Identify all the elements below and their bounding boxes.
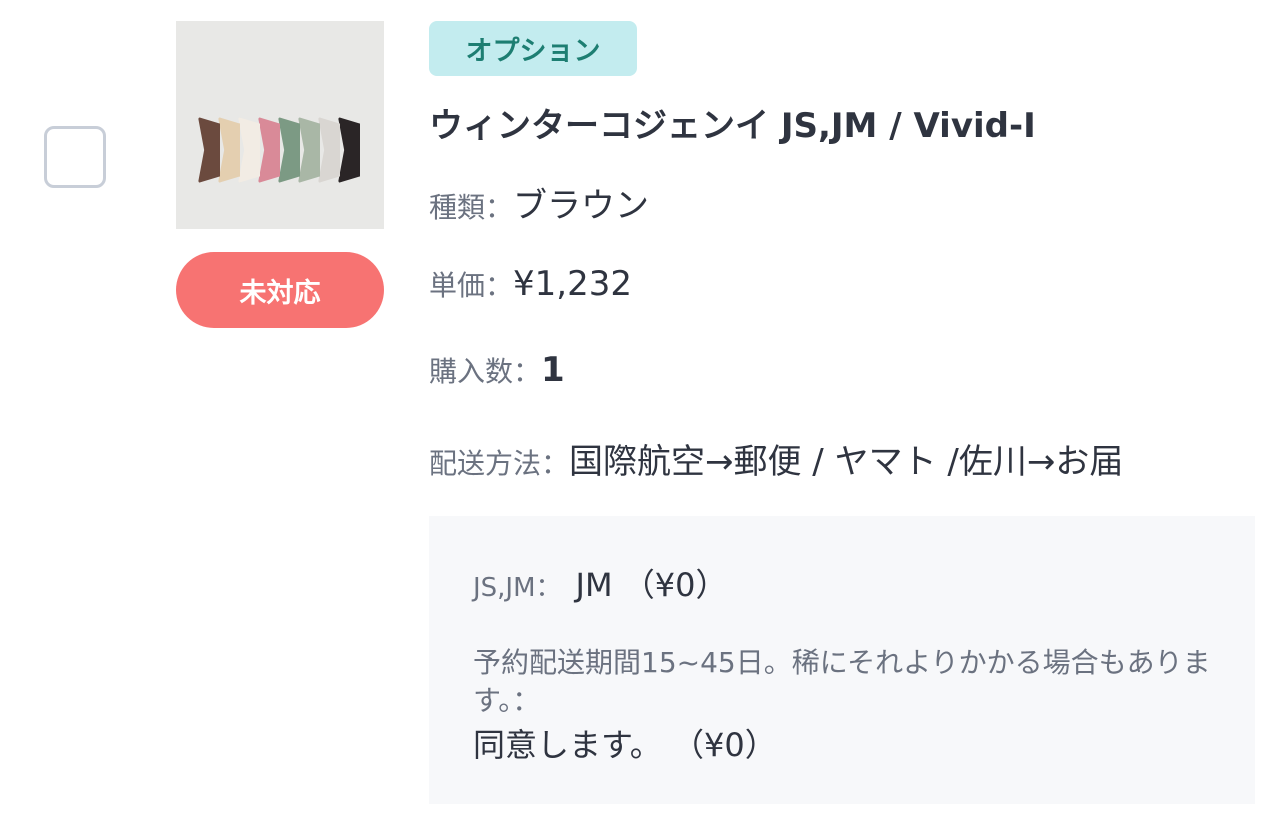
shipping-field: 配送方法： 国際航空→郵便 / ヤマト /佐川→お届 bbox=[429, 434, 1123, 483]
price-field: 単価： ¥1,232 bbox=[429, 264, 632, 304]
size-option-label: JS,JM： bbox=[473, 573, 562, 603]
notice-option-value: 同意します。 （¥0） bbox=[473, 726, 777, 764]
size-option: JS,JM： JM （¥0） bbox=[473, 560, 728, 606]
thumbnail-color-band bbox=[238, 117, 260, 183]
size-option-value: JM （¥0） bbox=[575, 566, 728, 604]
thumbnail-color-band bbox=[218, 117, 240, 183]
price-value: ¥1,232 bbox=[513, 264, 632, 304]
thumbnail-color-band bbox=[298, 117, 320, 183]
quantity-label: 購入数： bbox=[429, 355, 542, 388]
option-badge: オプション bbox=[429, 21, 637, 76]
quantity-field: 購入数： 1 bbox=[429, 350, 565, 390]
order-item-row: 未対応 オプション ウィンターコジェンイ JS,JM / Vivid-I 種類：… bbox=[0, 0, 1280, 831]
status-button[interactable]: 未対応 bbox=[176, 252, 384, 328]
notice-option-label: 予約配送期間15~45日。稀にそれよりかかる場合もあります。： bbox=[473, 646, 1211, 717]
type-label: 種類： bbox=[429, 191, 514, 224]
type-value: ブラウン bbox=[513, 186, 650, 226]
product-title[interactable]: ウィンターコジェンイ JS,JM / Vivid-I bbox=[429, 98, 1036, 147]
type-field: 種類： ブラウン bbox=[429, 178, 649, 227]
select-item-checkbox[interactable] bbox=[44, 126, 106, 188]
selected-options-panel: JS,JM： JM （¥0） 予約配送期間15~45日。稀にそれよりかかる場合も… bbox=[429, 516, 1255, 804]
quantity-value: 1 bbox=[541, 350, 565, 390]
thumbnail-color-band bbox=[338, 117, 360, 183]
price-label: 単価： bbox=[429, 269, 514, 302]
shipping-value: 国際航空→郵便 / ヤマト /佐川→お届 bbox=[569, 442, 1124, 482]
shipping-label: 配送方法： bbox=[429, 447, 570, 480]
thumbnail-color-band bbox=[258, 117, 280, 183]
thumbnail-color-band bbox=[198, 117, 220, 183]
product-thumbnail[interactable] bbox=[176, 21, 384, 229]
thumbnail-color-band bbox=[278, 117, 300, 183]
thumbnail-color-band bbox=[318, 117, 340, 183]
